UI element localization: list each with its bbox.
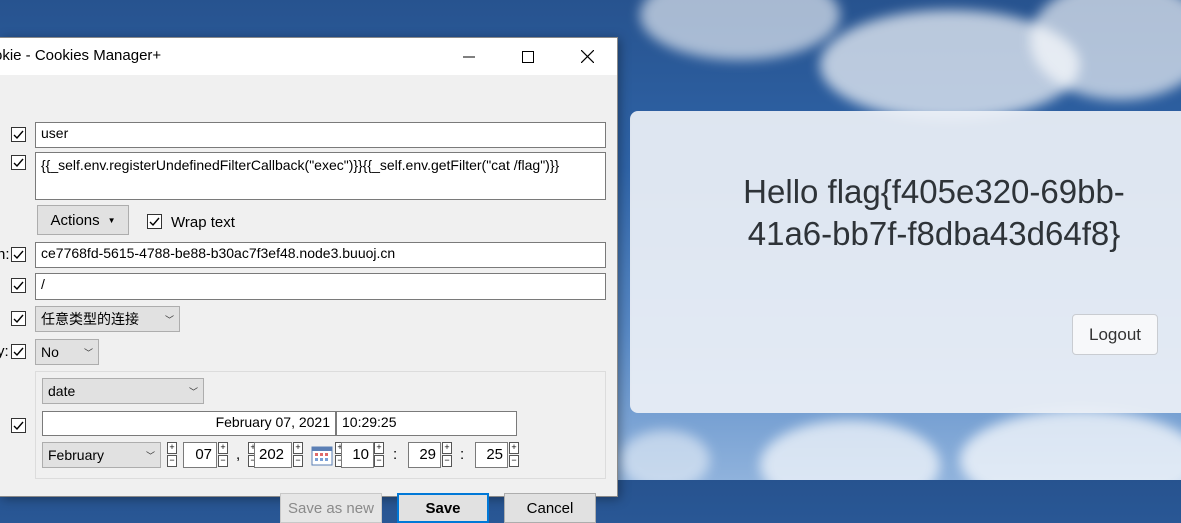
minimize-icon	[463, 56, 475, 57]
path-field[interactable]: /	[35, 273, 606, 300]
send-for-value: 任意类型的连接	[41, 311, 139, 327]
day-input[interactable]: 07	[183, 442, 217, 468]
chevron-down-icon: ﹀	[164, 314, 174, 325]
httponly-value: No	[41, 344, 59, 360]
cancel-button[interactable]: Cancel	[504, 493, 596, 523]
httponly-select[interactable]: No ﹀	[35, 339, 99, 365]
name-checkbox[interactable]	[11, 127, 26, 142]
host-field[interactable]: ce7768fd-5615-4788-be88-b30ac7f3ef48.nod…	[35, 242, 606, 268]
hour-minute-separator: :	[393, 446, 398, 463]
save-as-new-button[interactable]: Save as new	[280, 493, 382, 523]
minute-input[interactable]: 29	[408, 442, 441, 468]
save-button[interactable]: Save	[397, 493, 489, 523]
checkmark-icon	[149, 217, 160, 227]
httponly-checkbox[interactable]	[11, 344, 26, 359]
chevron-down-icon: ﹀	[188, 386, 198, 397]
year-spinner[interactable]: + −	[293, 442, 303, 468]
second-spinner[interactable]: + −	[509, 442, 519, 468]
httponly-label: y:	[0, 343, 9, 360]
day-separator: ,	[236, 446, 241, 463]
day-decrement-spinner[interactable]: + −	[167, 442, 177, 468]
send-for-select[interactable]: 任意类型的连接 ﹀	[35, 306, 180, 332]
checkmark-icon	[13, 421, 24, 431]
plus-icon[interactable]: +	[293, 442, 303, 454]
month-select[interactable]: February ﹀	[42, 442, 161, 468]
year-input[interactable]: 202	[254, 442, 292, 468]
minus-icon[interactable]: −	[167, 455, 177, 467]
actions-button[interactable]: Actions ▼	[37, 205, 129, 235]
minus-icon[interactable]: −	[509, 455, 519, 467]
wrap-text-checkbox[interactable]	[147, 214, 162, 229]
time-display: 10:29:25	[336, 411, 517, 436]
expires-checkbox[interactable]	[11, 418, 26, 433]
minute-second-separator: :	[460, 446, 465, 463]
checkmark-icon	[13, 314, 24, 324]
content-checkbox[interactable]	[11, 155, 26, 170]
minimize-button[interactable]	[446, 38, 492, 75]
day-spinner[interactable]: + −	[218, 442, 228, 468]
close-icon	[580, 50, 594, 63]
plus-icon[interactable]: +	[374, 442, 384, 454]
plus-icon[interactable]: +	[509, 442, 519, 454]
maximize-icon	[522, 50, 534, 63]
hour-spinner[interactable]: + −	[374, 442, 384, 468]
checkmark-icon	[13, 281, 24, 291]
checkmark-icon	[13, 250, 24, 260]
checkmark-icon	[13, 158, 24, 168]
minute-spinner[interactable]: + −	[442, 442, 452, 468]
checkmark-icon	[13, 130, 24, 140]
plus-icon[interactable]: +	[167, 442, 177, 454]
checkmark-icon	[13, 347, 24, 357]
expires-type-select[interactable]: date ﹀	[42, 378, 204, 404]
minus-icon[interactable]: −	[442, 455, 452, 467]
web-page-card: Hello flag{f405e320-69bb-41a6-bb7f-f8dba…	[630, 111, 1181, 413]
month-value: February	[48, 447, 105, 463]
minus-icon[interactable]: −	[374, 455, 384, 467]
maximize-button[interactable]	[505, 38, 551, 75]
chevron-down-icon: ﹀	[145, 450, 155, 461]
title-bar: okie - Cookies Manager+	[0, 38, 617, 75]
minus-icon[interactable]: −	[293, 455, 303, 467]
chevron-down-icon: ﹀	[83, 347, 93, 358]
wrap-text-label: Wrap text	[171, 214, 235, 231]
dropdown-arrow-icon: ▼	[107, 215, 116, 225]
send-for-checkbox[interactable]	[11, 311, 26, 326]
path-checkbox[interactable]	[11, 278, 26, 293]
logout-button[interactable]: Logout	[1072, 314, 1158, 355]
host-checkbox[interactable]	[11, 247, 26, 262]
second-input[interactable]: 25	[475, 442, 508, 468]
actions-label: Actions	[50, 211, 100, 229]
hour-input[interactable]: 10	[341, 442, 374, 468]
plus-icon[interactable]: +	[218, 442, 228, 454]
greeting-text: Hello flag{f405e320-69bb-41a6-bb7f-f8dba…	[743, 173, 1125, 252]
cookies-manager-dialog: okie - Cookies Manager+ user {{_self.env…	[0, 37, 618, 523]
date-display: February 07, 2021	[42, 411, 336, 436]
expires-type-value: date	[48, 383, 76, 399]
content-field[interactable]: {{_self.env.registerUndefinedFilterCallb…	[35, 152, 606, 200]
close-button[interactable]	[564, 38, 610, 75]
calendar-icon[interactable]	[311, 444, 333, 466]
name-field[interactable]: user	[35, 122, 606, 148]
host-label: n:	[0, 246, 10, 263]
minus-icon[interactable]: −	[218, 455, 228, 467]
plus-icon[interactable]: +	[442, 442, 452, 454]
window-title: okie - Cookies Manager+	[0, 47, 162, 64]
